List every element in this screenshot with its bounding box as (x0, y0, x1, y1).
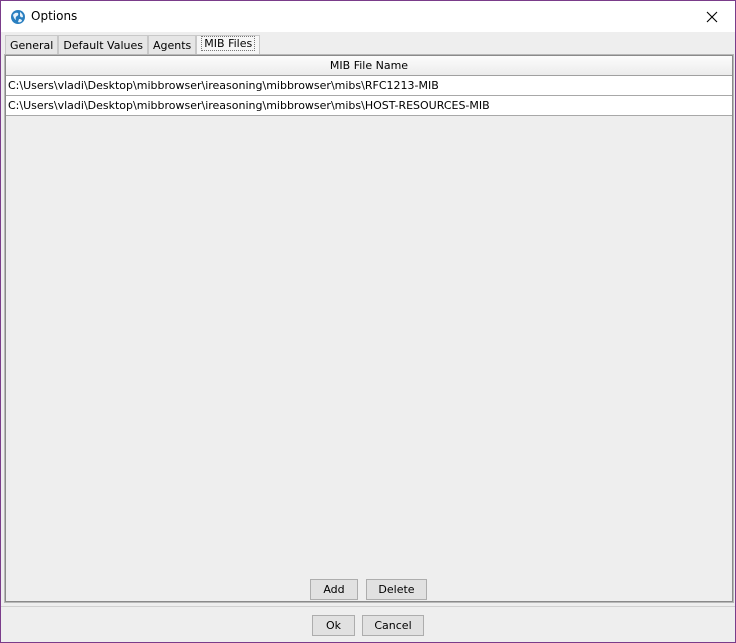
tab-label: MIB Files (201, 36, 256, 51)
ok-button[interactable]: Ok (312, 615, 355, 636)
delete-button[interactable]: Delete (366, 579, 427, 600)
column-header-mib-file-name[interactable]: MIB File Name (6, 56, 732, 76)
title-bar: Options (1, 1, 735, 32)
tab-default-values[interactable]: Default Values (58, 35, 148, 55)
tab-general[interactable]: General (5, 35, 59, 55)
tab-label: Agents (153, 39, 192, 52)
globe-icon (11, 10, 25, 24)
cancel-button[interactable]: Cancel (362, 615, 424, 636)
tab-label: Default Values (63, 39, 143, 52)
tab-label: General (10, 39, 54, 52)
add-button[interactable]: Add (310, 579, 358, 600)
dialog-body: General Default Values Agents MIB Files … (1, 32, 735, 642)
options-dialog: Options General Default Values Agents MI… (0, 0, 736, 643)
close-button[interactable] (689, 1, 735, 32)
table-row[interactable]: C:\Users\vladi\Desktop\mibbrowser\ireaso… (6, 76, 732, 96)
divider (1, 606, 735, 607)
mib-files-panel: MIB File Name C:\Users\vladi\Desktop\mib… (4, 54, 734, 603)
window-title: Options (31, 9, 78, 23)
tab-agents[interactable]: Agents (148, 35, 197, 55)
close-icon (706, 11, 718, 22)
table-row[interactable]: C:\Users\vladi\Desktop\mibbrowser\ireaso… (6, 96, 732, 116)
tab-mib-files[interactable]: MIB Files (196, 35, 261, 56)
tab-strip: General Default Values Agents MIB Files (5, 35, 261, 56)
mib-files-table: MIB File Name C:\Users\vladi\Desktop\mib… (5, 55, 733, 602)
